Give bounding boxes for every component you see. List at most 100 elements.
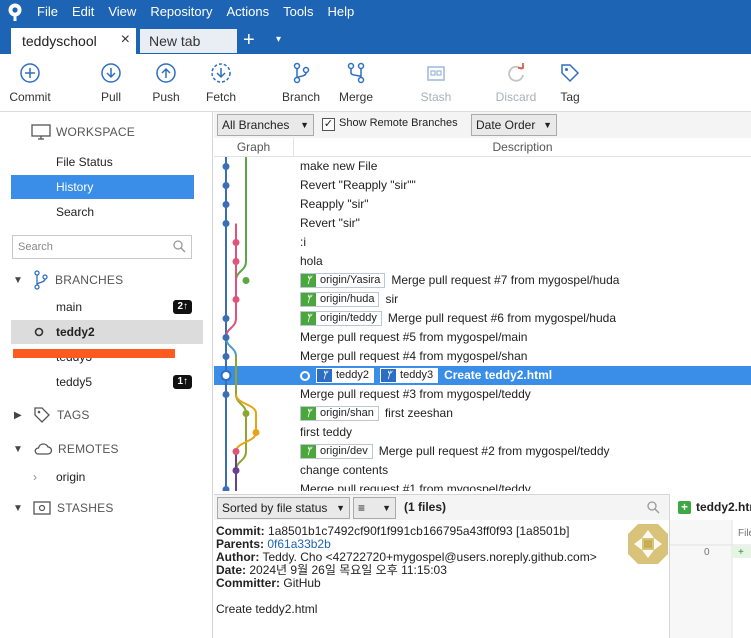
branch-label: Branch <box>281 90 321 104</box>
fetch-button[interactable]: Fetch <box>191 62 251 104</box>
menu-file[interactable]: File <box>30 0 65 24</box>
branch-label[interactable]: ᛘ origin/dev <box>300 444 373 459</box>
branches-label: BRANCHES <box>55 273 124 287</box>
commit-row[interactable]: ᛘ teddy2 ᛘ teddy3 Create teddy2.html <box>214 366 751 385</box>
sidebar-branch-teddy5[interactable]: teddy5 1↑ <box>11 370 194 394</box>
author-label: Author: <box>216 550 260 564</box>
commit-description: :i <box>300 233 306 252</box>
search-icon[interactable] <box>646 500 660 514</box>
commit-row[interactable]: ᛘ origin/teddy Merge pull request #6 from … <box>214 309 751 328</box>
merge-label: Merge <box>338 90 373 104</box>
sidebar-item-history[interactable]: History <box>11 175 194 199</box>
description-column-header[interactable]: Description <box>294 138 751 157</box>
branch-label[interactable]: ᛘ teddy3 <box>380 368 439 383</box>
branch-label[interactable]: ᛘ origin/shan <box>300 406 379 421</box>
menu-edit[interactable]: Edit <box>65 0 101 24</box>
tag-button[interactable]: Tag <box>540 62 600 104</box>
commit-node <box>220 370 232 381</box>
commit-row[interactable]: Merge pull request #1 from mygospel/tedd… <box>214 480 751 491</box>
tab-teddyschool[interactable]: teddyschool × <box>11 28 136 54</box>
chevron-down-icon: ▼ <box>382 503 391 513</box>
commit-row[interactable]: hola <box>214 252 751 271</box>
commit-node <box>232 467 240 474</box>
close-icon[interactable]: × <box>121 31 130 49</box>
commit-row[interactable]: ᛘ origin/shan first zeeshan <box>214 404 751 423</box>
diff-content: File 0 + <box>670 520 751 638</box>
menu-view[interactable]: View <box>101 0 143 24</box>
menu-bar: File Edit View Repository Actions Tools … <box>0 0 751 24</box>
discard-button[interactable]: Discard <box>486 62 546 104</box>
commit-row[interactable]: first teddy <box>214 423 751 442</box>
commit-row[interactable]: Merge pull request #4 from mygospel/shan <box>214 347 751 366</box>
branches-filter-dropdown[interactable]: All Branches ▼ <box>217 114 314 136</box>
commit-row[interactable]: Merge pull request #3 from mygospel/tedd… <box>214 385 751 404</box>
add-tab-icon[interactable]: + <box>243 28 255 52</box>
commit-description: Merge pull request #1 from mygospel/tedd… <box>300 480 531 491</box>
sidebar-search-input[interactable]: Search <box>12 235 192 259</box>
sidebar-branch-teddy2[interactable]: teddy2 <box>11 320 203 344</box>
commit-node <box>222 391 230 398</box>
order-dropdown[interactable]: Date Order ▼ <box>471 114 557 136</box>
commit-node <box>222 201 230 208</box>
stash-icon <box>427 66 445 81</box>
stash-button[interactable]: Stash <box>406 62 466 104</box>
commit-description: Revert "sir" <box>300 214 360 233</box>
merge-button[interactable]: Merge <box>326 62 386 104</box>
commit-description: ᛘ teddy2 ᛘ teddy3 Create teddy2.html <box>300 366 552 385</box>
commit-description: make new File <box>300 157 377 176</box>
branch-icon: ᛘ <box>301 407 316 420</box>
commit-row[interactable]: :i <box>214 233 751 252</box>
graph-column-header[interactable]: Graph <box>214 138 294 157</box>
commit-row[interactable]: Reapply "sir" <box>214 195 751 214</box>
sidebar-item-file-status[interactable]: File Status <box>11 150 194 174</box>
sidebar-branch-main[interactable]: main 2↑ <box>11 295 194 319</box>
current-branch-icon <box>34 327 44 337</box>
commit-row[interactable]: ᛘ origin/dev Merge pull request #2 from my… <box>214 442 751 461</box>
menu-repository[interactable]: Repository <box>143 0 219 24</box>
dropdown-value: Date Order <box>476 118 536 132</box>
dropdown-value: Sorted by file status <box>222 501 328 515</box>
branch-label[interactable]: ᛘ origin/Yasira <box>300 273 386 288</box>
stashes-header[interactable]: ▼ STASHES <box>11 500 114 516</box>
commit-node <box>232 296 240 303</box>
diff-file-title[interactable]: + teddy2.htm <box>678 500 751 514</box>
commit-description: ᛘ origin/huda sir <box>300 290 398 309</box>
push-button[interactable]: Push <box>136 62 196 104</box>
pull-button[interactable]: Pull <box>81 62 141 104</box>
show-remote-branches-checkbox[interactable]: ✓ <box>322 118 335 131</box>
branch-label[interactable]: ᛘ origin/huda <box>300 292 380 307</box>
commit-row[interactable]: make new File <box>214 157 751 176</box>
tab-new[interactable]: New tab <box>140 29 237 53</box>
branches-header[interactable]: ▼ BRANCHES <box>11 270 123 290</box>
menu-actions[interactable]: Actions <box>219 0 276 24</box>
branch-button[interactable]: Branch <box>271 62 331 104</box>
branch-icon <box>34 270 48 290</box>
branch-label[interactable]: ᛘ origin/teddy <box>300 311 382 326</box>
sidebar-branch-teddy3[interactable]: teddy3 <box>11 345 194 369</box>
tags-header[interactable]: ▶ TAGS <box>11 406 90 424</box>
menu-help[interactable]: Help <box>320 0 361 24</box>
commit-row[interactable]: Merge pull request #5 from mygospel/main <box>214 328 751 347</box>
file-sort-dropdown[interactable]: Sorted by file status ▼ <box>217 497 350 519</box>
sidebar-item-search[interactable]: Search <box>11 200 194 224</box>
remotes-header[interactable]: ▼ REMOTES <box>11 442 119 456</box>
commit-row[interactable]: ᛘ origin/Yasira Merge pull request #7 from… <box>214 271 751 290</box>
file-view-dropdown[interactable]: ≡ ▼ <box>353 497 396 519</box>
commit-details: Commit: 1a8501b1c7492cf90f1f991cb166795a… <box>214 520 669 638</box>
commit-row[interactable]: Revert "sir" <box>214 214 751 233</box>
chevron-down-icon[interactable]: ▾ <box>276 34 281 45</box>
workspace-header[interactable]: WORKSPACE <box>31 124 135 140</box>
commit-row[interactable]: Revert "Reapply "sir"" <box>214 176 751 195</box>
branch-label[interactable]: ᛘ teddy2 <box>316 368 375 383</box>
commit-description: Merge pull request #4 from mygospel/shan <box>300 347 527 366</box>
parent-link[interactable]: 0f61a33b2b <box>267 537 330 551</box>
commit-row[interactable]: change contents <box>214 461 751 480</box>
tab-label: New tab <box>149 33 201 49</box>
sidebar-remote-origin[interactable]: › origin <box>11 465 194 489</box>
menu-tools[interactable]: Tools <box>276 0 320 24</box>
commit-button[interactable]: Commit <box>0 62 60 104</box>
branch-label-text: teddy3 <box>400 369 434 381</box>
commit-message: make new File <box>300 159 378 173</box>
commit-row[interactable]: ᛘ origin/huda sir <box>214 290 751 309</box>
remote-name: origin <box>56 470 86 484</box>
